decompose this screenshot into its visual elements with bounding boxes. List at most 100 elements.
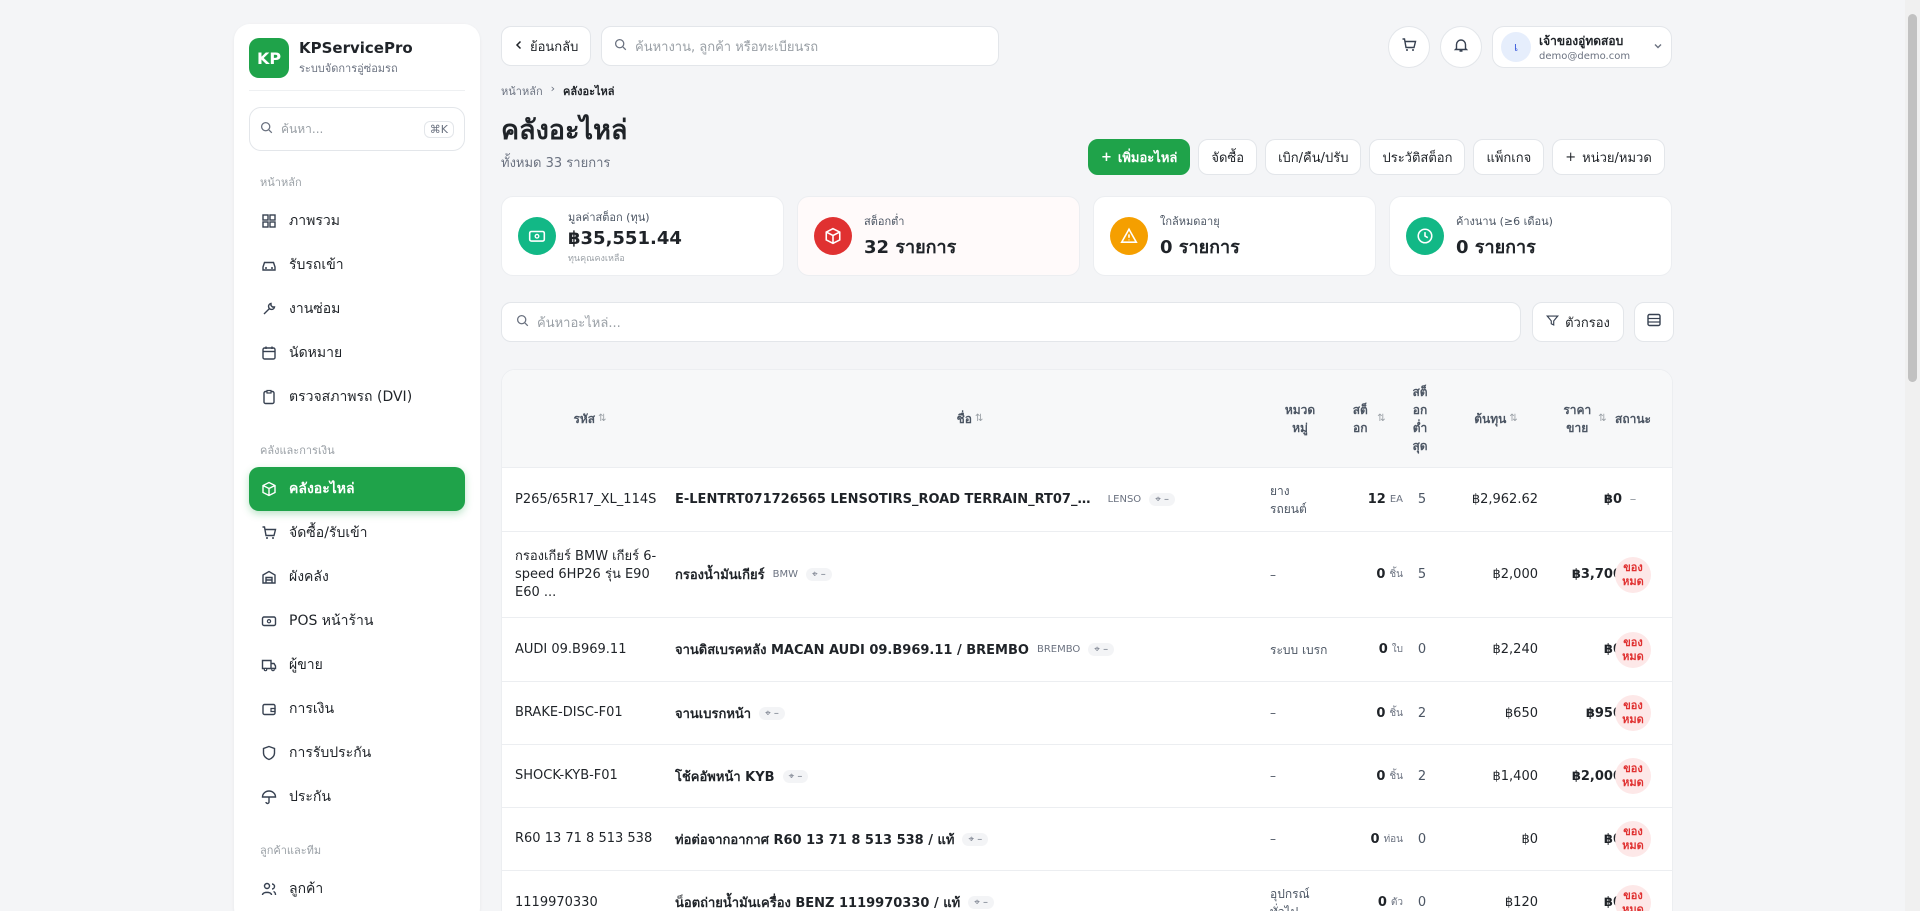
plus-icon: +	[1101, 149, 1112, 165]
sidebar-item-dvi[interactable]: ตรวจสภาพรถ (DVI)	[249, 375, 465, 419]
stock-value: 0	[1378, 642, 1388, 657]
scrollbar-thumb[interactable]	[1908, 14, 1917, 382]
brand-tag: LENSO	[1107, 494, 1142, 505]
cell-name: ท่อต่อจากอากาศ R60 13 71 8 513 538 / แท้…	[675, 808, 1175, 870]
stock-value: 0	[1376, 705, 1386, 721]
stock-history-button[interactable]: ประวัติสต็อก	[1369, 139, 1466, 175]
sidebar-item-label: นัดหมาย	[289, 345, 343, 361]
global-search-input[interactable]: ค้นหางาน, ลูกค้า หรือทะเบียนรถ	[601, 26, 999, 66]
filter-icon	[1546, 314, 1560, 331]
package-button[interactable]: แพ็กเกจ	[1473, 139, 1545, 175]
status-badge: ของ หมด	[1615, 884, 1651, 911]
cell-category: –	[1270, 567, 1276, 582]
purchase-button[interactable]: จัดซื้อ	[1198, 139, 1258, 175]
user-name: เจ้าของอู่ทดสอบ	[1539, 34, 1624, 48]
cart-icon	[1401, 37, 1417, 57]
sidebar-item-pos[interactable]: POS หน้าร้าน	[249, 599, 465, 643]
sidebar-item-label: ภาพรวม	[289, 213, 340, 229]
stat-low-stock[interactable]: สต็อกต่ำ 32 รายการ	[797, 196, 1080, 276]
location-tag: ⌖ –	[782, 769, 809, 783]
filter-button[interactable]: ตัวกรอง	[1532, 302, 1624, 342]
location-tag: ⌖ –	[968, 896, 995, 909]
sidebar-item-label: ลูกค้า	[289, 881, 324, 897]
cell-name: จานเบรกหน้า ⌖ –	[675, 682, 1175, 744]
sidebar-item-appointments[interactable]: นัดหมาย	[249, 331, 465, 375]
brand-name: KPServicePro	[299, 39, 413, 57]
columns-icon	[1646, 312, 1662, 332]
unit-category-label: หน่วย/หมวด	[1582, 150, 1652, 166]
sidebar-item-label: POS หน้าร้าน	[289, 613, 374, 629]
sidebar-item-parts[interactable]: คลังอะไหล่	[249, 467, 465, 511]
sidebar: KP KPServicePro ระบบจัดการอู่ซ่อมรถ ค้นห…	[234, 24, 480, 911]
sidebar-item-finance[interactable]: การเงิน	[249, 687, 465, 731]
col-header-code[interactable]: รหัส ⇅	[515, 370, 665, 468]
sidebar-search[interactable]: ค้นหา... ⌘K	[249, 107, 465, 151]
unit-category-button[interactable]: + หน่วย/หมวด	[1552, 139, 1665, 175]
cell-stock: 0 ชิ้น	[1337, 682, 1403, 744]
user-menu[interactable]: เ เจ้าของอู่ทดสอบ demo@demo.com	[1492, 26, 1672, 68]
table-row[interactable]: P265/65R17_XL_114S E-LENTRT071726565 LEN…	[502, 468, 1672, 532]
sidebar-item-label: ประกัน	[289, 789, 331, 805]
sidebar-item-vendors[interactable]: ผู้ขาย	[249, 643, 465, 687]
stat-label: มูลค่าสต็อก (ทุน)	[568, 210, 650, 224]
cell-status: ของ หมด	[1602, 682, 1664, 744]
withdraw-button[interactable]: เบิก/คืน/ปรับ	[1265, 139, 1362, 175]
section-title-customers: ลูกค้าและทีม	[260, 844, 322, 857]
money-icon	[518, 217, 556, 255]
cell-min-stock: 0	[1417, 831, 1427, 847]
part-name: ท่อต่อจากอากาศ R60 13 71 8 513 538 / แท้	[675, 832, 955, 848]
warehouse-icon	[261, 569, 277, 585]
location-tag: ⌖ –	[759, 706, 785, 720]
table-row[interactable]: AUDI 09.B969.11 จานดิสเบรคหลัง MACAN AUD…	[502, 618, 1672, 682]
table-row[interactable]: SHOCK-KYB-F01 โช้คอัพหน้า KYB ⌖ – – 0 ชิ้น…	[502, 745, 1672, 808]
col-header-cost[interactable]: ต้นทุน ⇅	[1446, 370, 1546, 468]
sidebar-item-warehouse[interactable]: ผังคลัง	[249, 555, 465, 599]
sidebar-item-overview[interactable]: ภาพรวม	[249, 199, 465, 243]
cell-code: กรองเกียร์ BMW เกียร์ 6-speed 6HP26 รุ่น…	[515, 548, 657, 600]
sidebar-item-insurance[interactable]: ประกัน	[249, 775, 465, 819]
sidebar-item-repair[interactable]: งานซ่อม	[249, 287, 465, 331]
notifications-button[interactable]	[1440, 26, 1482, 68]
stat-near-expiry[interactable]: ใกล้หมดอายุ 0 รายการ	[1093, 196, 1376, 276]
cell-code: SHOCK-KYB-F01	[515, 768, 618, 783]
warning-icon	[1110, 217, 1148, 255]
col-header-stock[interactable]: สต็ อก ⇅	[1337, 370, 1395, 468]
truck-icon	[261, 657, 277, 673]
cell-min-stock: 2	[1417, 768, 1427, 784]
breadcrumb-current: คลังอะไหล่	[563, 85, 615, 98]
table-row[interactable]: กรองเกียร์ BMW เกียร์ 6-speed 6HP26 รุ่น…	[502, 532, 1672, 618]
sidebar-item-warranty[interactable]: การรับประกัน	[249, 731, 465, 775]
cell-cost: ฿0	[1521, 831, 1538, 847]
table-row[interactable]: BRAKE-DISC-F01 จานเบรกหน้า ⌖ – – 0 ชิ้น 2 …	[502, 682, 1672, 745]
parts-table: รหัส ⇅ ชื่อ ⇅ หมวด หมู่ สต็ อก ⇅ สต็ อก ต่ำ…	[501, 369, 1673, 911]
cell-name: E-LENTRT071726565 LENSOTIRS_ROAD TERRAIN…	[675, 468, 1175, 531]
column-view-button[interactable]	[1634, 302, 1674, 342]
sidebar-item-label: คลังอะไหล่	[289, 481, 355, 497]
sidebar-item-customers[interactable]: ลูกค้า	[249, 867, 465, 911]
location-value: –	[983, 897, 989, 908]
cell-category: ระบบ เบรก	[1270, 642, 1328, 657]
location-value: –	[797, 770, 803, 782]
breadcrumb-home[interactable]: หน้าหลัก	[501, 82, 543, 100]
cart-button[interactable]	[1388, 26, 1430, 68]
breadcrumb: หน้าหลัก › คลังอะไหล่	[501, 82, 615, 100]
add-part-button[interactable]: + เพิ่มอะไหล่	[1088, 139, 1191, 175]
col-header-name[interactable]: ชื่อ ⇅	[675, 370, 1265, 468]
back-button[interactable]: ย้อนกลับ	[501, 26, 592, 66]
location-value: –	[820, 569, 826, 580]
cell-stock: 0 ใบ	[1337, 618, 1403, 681]
package-icon	[814, 217, 852, 255]
page-scrollbar[interactable]	[1905, 0, 1920, 911]
stat-aging-stock[interactable]: ค้างนาน (≥6 เดือน) 0 รายการ	[1389, 196, 1672, 276]
sort-icon: ⇅	[1377, 413, 1386, 424]
stock-unit: ชิ้น	[1389, 569, 1403, 580]
parts-search-input[interactable]: ค้นหาอะไหล่...	[501, 302, 1521, 342]
brand[interactable]: KP KPServicePro ระบบจัดการอู่ซ่อมรถ	[249, 38, 465, 91]
stat-stock-value: มูลค่าสต็อก (ทุน) ฿35,551.44 ทุนคุณคงเหล…	[501, 196, 784, 276]
stock-unit: ชิ้น	[1389, 707, 1403, 719]
table-row[interactable]: 1119970330 น็อตถ่ายน้ำมันเครื่อง BENZ 11…	[502, 871, 1672, 911]
sidebar-item-checkin[interactable]: รับรถเข้า	[249, 243, 465, 287]
sidebar-item-purchasing[interactable]: จัดซื้อ/รับเข้า	[249, 511, 465, 555]
table-row[interactable]: R60 13 71 8 513 538 ท่อต่อจากอากาศ R60 1…	[502, 808, 1672, 871]
sort-icon: ⇅	[598, 413, 607, 424]
